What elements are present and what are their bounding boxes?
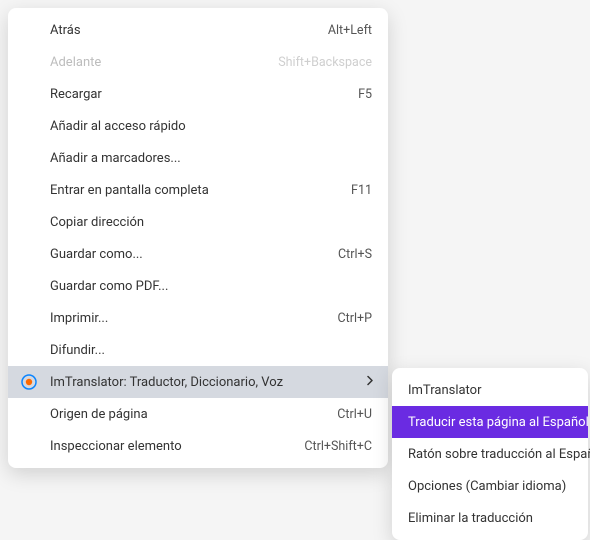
menu-item-label: Añadir a marcadores... [50, 151, 372, 166]
menu-item-shortcut: Ctrl+Shift+C [304, 439, 372, 454]
menu-item-imtranslator[interactable]: ImTranslator: Traductor, Diccionario, Vo… [8, 366, 388, 398]
menu-item-shortcut: F11 [351, 183, 372, 198]
menu-item-inspect[interactable]: Inspeccionar elemento Ctrl+Shift+C [8, 430, 388, 462]
submenu-item-options[interactable]: Opciones (Cambiar idioma) [392, 470, 588, 502]
menu-item-shortcut: Alt+Left [328, 23, 372, 38]
menu-item-back[interactable]: Atrás Alt+Left [8, 14, 388, 46]
submenu-item-label: Traducir esta página al Español [408, 415, 589, 430]
submenu-item-translate-page[interactable]: Traducir esta página al Español [392, 406, 588, 438]
menu-item-page-source[interactable]: Origen de página Ctrl+U [8, 398, 388, 430]
menu-item-add-bookmarks[interactable]: Añadir a marcadores... [8, 142, 388, 174]
menu-item-label: Entrar en pantalla completa [50, 183, 351, 198]
menu-item-label: Difundir... [50, 343, 372, 358]
menu-item-label: Imprimir... [50, 311, 338, 326]
menu-item-label: Origen de página [50, 407, 337, 422]
submenu-item-mouse-over-translation[interactable]: Ratón sobre traducción al Español [392, 438, 588, 470]
submenu-item-label: Eliminar la traducción [408, 511, 572, 526]
menu-item-label: Guardar como... [50, 247, 338, 262]
menu-item-shortcut: Ctrl+S [338, 247, 372, 262]
menu-item-add-speed-dial[interactable]: Añadir al acceso rápido [8, 110, 388, 142]
menu-item-fullscreen[interactable]: Entrar en pantalla completa F11 [8, 174, 388, 206]
menu-item-label: Añadir al acceso rápido [50, 119, 372, 134]
menu-item-print[interactable]: Imprimir... Ctrl+P [8, 302, 388, 334]
menu-item-save-as[interactable]: Guardar como... Ctrl+S [8, 238, 388, 270]
chevron-right-icon [366, 375, 374, 390]
menu-item-shortcut: F5 [358, 87, 372, 102]
submenu-item-label: Opciones (Cambiar idioma) [408, 479, 572, 494]
menu-item-shortcut: Shift+Backspace [278, 55, 372, 70]
menu-item-copy-address[interactable]: Copiar dirección [8, 206, 388, 238]
imtranslator-icon [20, 373, 38, 391]
menu-item-label: Atrás [50, 23, 328, 38]
context-menu: Atrás Alt+Left Adelante Shift+Backspace … [8, 8, 388, 468]
menu-item-reload[interactable]: Recargar F5 [8, 78, 388, 110]
menu-item-label: Inspeccionar elemento [50, 439, 304, 454]
submenu-item-imtranslator[interactable]: ImTranslator [392, 374, 588, 406]
menu-item-label: Guardar como PDF... [50, 279, 372, 294]
menu-item-forward: Adelante Shift+Backspace [8, 46, 388, 78]
menu-item-label: Copiar dirección [50, 215, 372, 230]
menu-item-label: Adelante [50, 55, 278, 70]
menu-item-shortcut: Ctrl+U [337, 407, 372, 422]
submenu-item-remove-translation[interactable]: Eliminar la traducción [392, 502, 588, 534]
menu-item-label: ImTranslator: Traductor, Diccionario, Vo… [50, 375, 372, 390]
submenu-item-label: ImTranslator [408, 383, 572, 398]
menu-item-shortcut: Ctrl+P [338, 311, 372, 326]
menu-item-cast[interactable]: Difundir... [8, 334, 388, 366]
menu-item-save-pdf[interactable]: Guardar como PDF... [8, 270, 388, 302]
context-submenu: ImTranslator Traducir esta página al Esp… [392, 368, 588, 540]
submenu-item-label: Ratón sobre traducción al Español [408, 447, 590, 462]
menu-item-label: Recargar [50, 87, 358, 102]
